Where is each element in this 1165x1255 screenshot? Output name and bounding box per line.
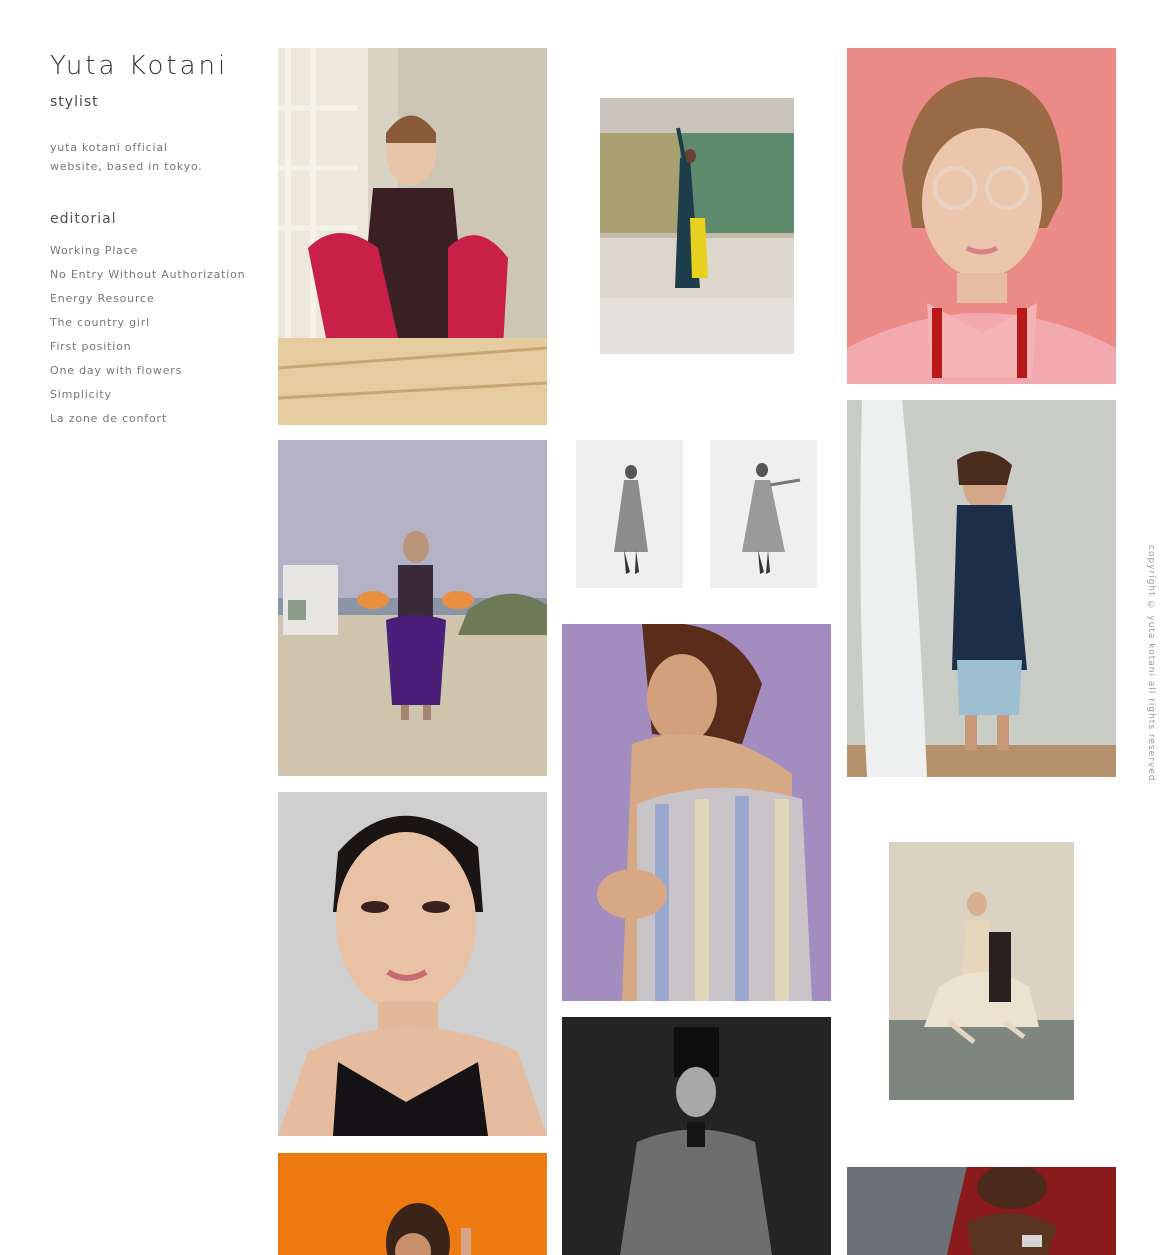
photo-grey-dress-left[interactable] [576,440,683,588]
photo-orange-background[interactable] [278,1153,547,1255]
photo-portrait-black-top[interactable] [278,792,547,1136]
site-title[interactable]: Yuta Kotani [50,48,260,84]
sidebar: Yuta Kotani stylist yuta kotani official… [50,48,260,431]
copyright-text: copyright © yuta kotani all rights reser… [1146,545,1156,786]
nav-item-first-position[interactable]: First position [50,335,260,359]
section-heading-editorial: editorial [50,211,117,227]
photo-red-coat-stairs[interactable] [278,48,547,425]
site-subtitle: stylist [50,94,99,110]
site-description: yuta kotani official website, based in t… [50,141,203,173]
nav-item-country-girl[interactable]: The country girl [50,311,260,335]
nav-item-energy-resource[interactable]: Energy Resource [50,287,260,311]
nav-item-one-day-flowers[interactable]: One day with flowers [50,359,260,383]
photo-pink-glasses-portrait[interactable] [847,48,1116,384]
photo-black-white-hat[interactable] [562,1017,831,1255]
photo-blue-shirt-curtain[interactable] [847,400,1116,777]
nav-item-simplicity[interactable]: Simplicity [50,383,260,407]
nav-item-working-place[interactable]: Working Place [50,239,260,263]
page: Yuta Kotani stylist yuta kotani official… [0,0,1165,1255]
photo-red-sweater-watch[interactable] [847,1167,1116,1255]
photo-tulle-skirt-chair[interactable] [889,842,1074,1100]
editorial-nav: Working Place No Entry Without Authoriza… [50,239,260,431]
photo-beach-purple-dress[interactable] [278,440,547,776]
nav-item-zone-de-confort[interactable]: La zone de confort [50,407,260,431]
photo-grey-dress-right[interactable] [710,440,817,588]
photo-purple-striped-dress[interactable] [562,624,831,1001]
photo-subway-station[interactable] [600,98,794,354]
nav-item-no-entry[interactable]: No Entry Without Authorization [50,263,260,287]
